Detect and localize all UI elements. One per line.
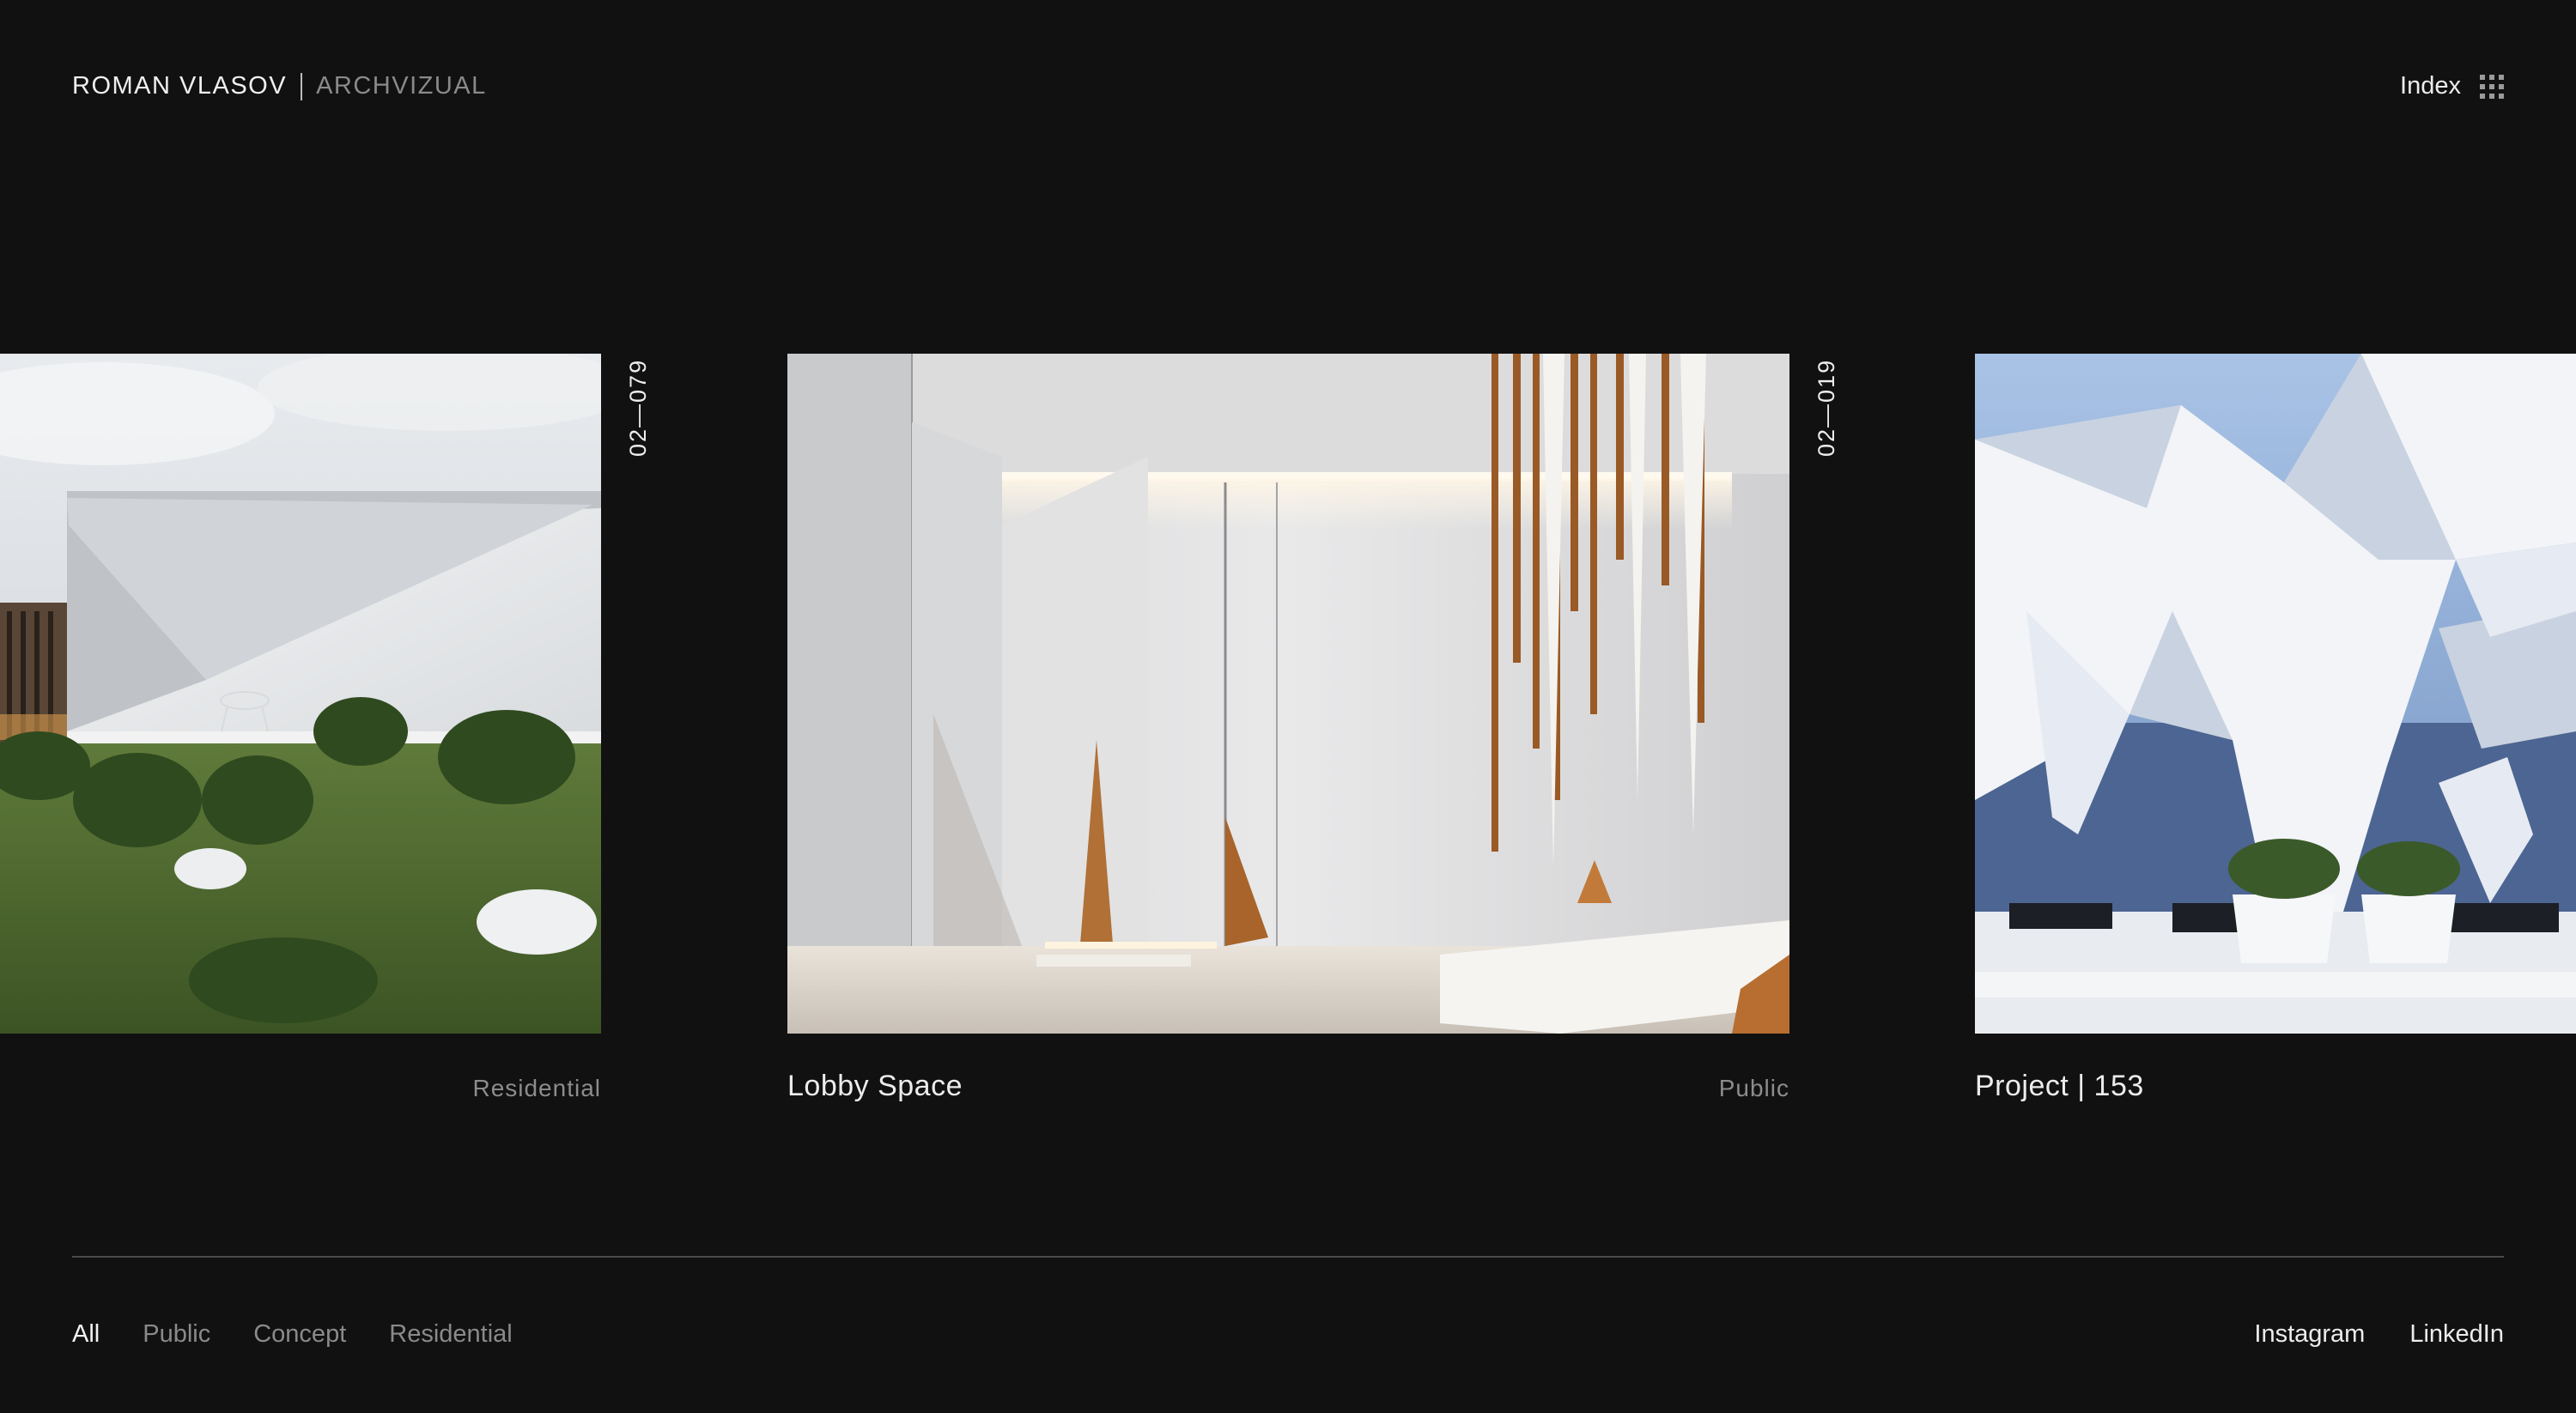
project-image-house — [0, 354, 601, 1034]
filter-residential[interactable]: Residential — [389, 1320, 512, 1349]
project-card-lobby-space[interactable] — [787, 354, 1789, 1034]
filter-all[interactable]: All — [72, 1320, 100, 1349]
instagram-link[interactable]: Instagram — [2254, 1320, 2365, 1349]
brand-subtitle: ARCHVIZUAL — [316, 72, 487, 100]
project-title[interactable]: Lobby Space — [787, 1070, 963, 1103]
project-image-canopy — [1975, 354, 2576, 1034]
footer-divider — [72, 1256, 2504, 1258]
brand-name: ROMAN VLASOV — [72, 72, 288, 100]
project-card-residential[interactable] — [0, 354, 601, 1034]
social-links: Instagram LinkedIn — [2254, 1320, 2504, 1349]
filter-concept[interactable]: Concept — [253, 1320, 346, 1349]
index-label: Index — [2400, 72, 2461, 100]
filter-public[interactable]: Public — [143, 1320, 210, 1349]
brand-divider — [301, 72, 303, 100]
linkedin-link[interactable]: LinkedIn — [2409, 1320, 2504, 1349]
index-button[interactable]: Index — [2400, 72, 2504, 100]
project-code-label: 02—019 — [1814, 358, 1839, 457]
project-category-label: Public — [1718, 1075, 1789, 1101]
project-category-label: Residential — [472, 1075, 601, 1101]
project-image-lobby — [787, 354, 1789, 1034]
category-filters: All Public Concept Residential — [72, 1320, 513, 1349]
grid-icon — [2480, 74, 2504, 99]
project-title[interactable]: Project | 153 — [1975, 1070, 2144, 1103]
site-brand[interactable]: ROMAN VLASOV ARCHVIZUAL — [72, 72, 487, 100]
project-card-project-153[interactable] — [1975, 354, 2576, 1034]
project-code-label: 02—079 — [625, 358, 651, 457]
